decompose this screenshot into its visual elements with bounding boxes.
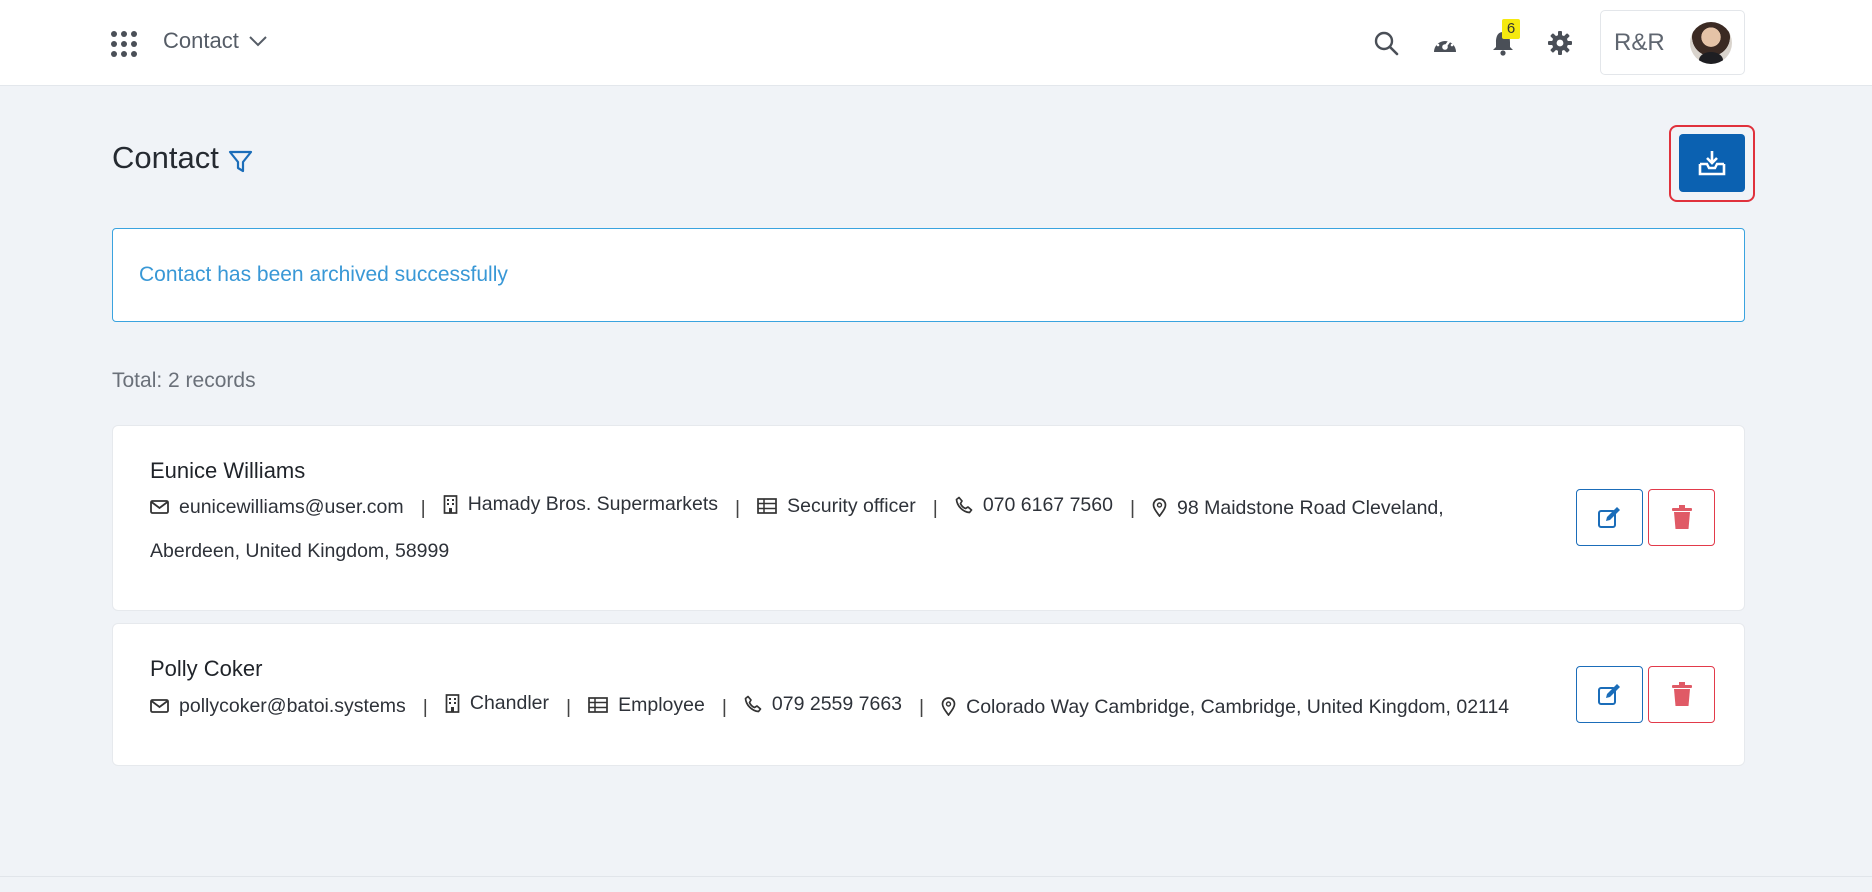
envelope-icon (150, 500, 169, 514)
trash-icon (1671, 505, 1692, 529)
table-icon (757, 498, 777, 514)
search-icon[interactable] (1370, 27, 1402, 59)
contact-email[interactable]: pollycoker@batoi.systems (150, 685, 406, 728)
delete-contact-button[interactable] (1648, 489, 1715, 546)
chevron-down-icon (249, 36, 267, 47)
contact-company: Chandler (445, 682, 549, 725)
edit-icon (1597, 683, 1620, 705)
module-label: Contact (163, 28, 239, 53)
map-pin-icon (941, 697, 956, 717)
contact-phone[interactable]: 079 2559 7663 (744, 683, 902, 726)
phone-icon (744, 695, 762, 713)
avatar (1690, 22, 1732, 64)
alert-message: Contact has been archived successfully (139, 263, 508, 286)
building-icon (445, 694, 460, 713)
apps-grid-icon[interactable] (111, 31, 137, 57)
map-pin-icon (1152, 498, 1167, 518)
contact-position: Security officer (757, 485, 916, 528)
user-menu[interactable]: R&R (1600, 10, 1745, 75)
contact-details: pollycoker@batoi.systems | Chandler | Employ… (150, 682, 1515, 729)
contact-card: Polly Coker pollycoker@batoi.systems | Cha… (112, 623, 1745, 766)
success-alert: Contact has been archived successfully (112, 228, 1745, 322)
records-total: Total: 2 records (112, 369, 256, 392)
phone-icon (955, 496, 973, 514)
module-switcher[interactable]: Contact (163, 28, 267, 54)
contact-phone[interactable]: 070 6167 7560 (955, 484, 1113, 527)
edit-contact-button[interactable] (1576, 666, 1643, 723)
contact-name: Polly Coker (150, 656, 263, 681)
contact-card: Eunice Williams eunicewilliams@user.com |… (112, 425, 1745, 611)
contact-name: Eunice Williams (150, 458, 306, 483)
edit-icon (1597, 506, 1620, 528)
contact-position: Employee (588, 684, 705, 727)
export-button[interactable] (1679, 134, 1745, 192)
filter-icon[interactable] (228, 149, 253, 174)
trash-icon (1671, 682, 1692, 706)
building-icon (443, 495, 458, 514)
delete-contact-button[interactable] (1648, 666, 1715, 723)
page-title: Contact (112, 140, 219, 175)
top-navbar: Contact 6 R&R (0, 0, 1872, 86)
download-icon (1698, 151, 1726, 176)
org-label: R&R (1614, 28, 1665, 56)
contact-email[interactable]: eunicewilliams@user.com (150, 486, 404, 529)
dashboard-icon[interactable] (1429, 27, 1461, 59)
contact-company: Hamady Bros. Supermarkets (443, 483, 718, 526)
notification-badge: 6 (1502, 19, 1520, 39)
contact-address: Colorado Way Cambridge, Cambridge, Unite… (941, 696, 1509, 718)
envelope-icon (150, 699, 169, 713)
gear-icon[interactable] (1544, 27, 1576, 59)
footer-divider (0, 876, 1872, 877)
edit-contact-button[interactable] (1576, 489, 1643, 546)
table-icon (588, 697, 608, 713)
contact-details: eunicewilliams@user.com | Hamady Bros. Sup… (150, 483, 1515, 573)
